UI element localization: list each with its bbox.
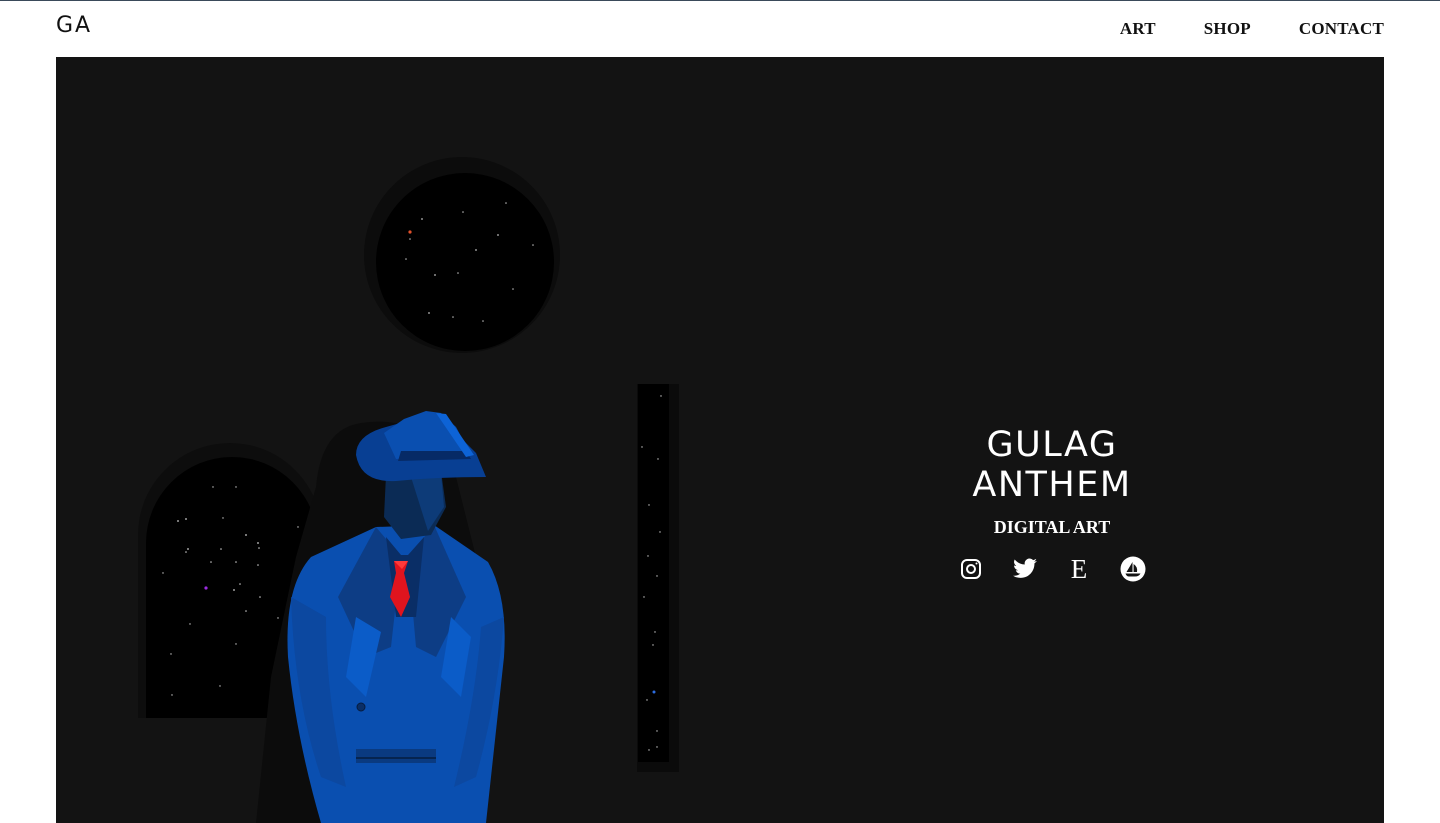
opensea-icon[interactable] — [1120, 556, 1146, 582]
site-header: GA ART SHOP CONTACT — [0, 1, 1440, 57]
hero-title: GULAG ANTHEM — [972, 425, 1132, 505]
twitter-icon[interactable] — [1012, 556, 1038, 582]
hero-banner: GULAG ANTHEM DIGITAL ART E — [56, 57, 1384, 823]
hero-title-block: GULAG ANTHEM DIGITAL ART E — [902, 425, 1202, 582]
nav-contact-link[interactable]: CONTACT — [1299, 19, 1384, 39]
hero-subtitle: DIGITAL ART — [993, 517, 1111, 537]
main-nav: ART SHOP CONTACT — [1120, 19, 1384, 39]
site-logo[interactable]: GA — [56, 13, 92, 38]
etsy-glyph: E — [1070, 553, 1088, 584]
etsy-icon[interactable]: E — [1066, 553, 1092, 584]
nav-shop-link[interactable]: SHOP — [1204, 19, 1251, 39]
social-links: E — [902, 553, 1202, 584]
nav-art-link[interactable]: ART — [1120, 19, 1156, 39]
instagram-icon[interactable] — [958, 556, 984, 582]
